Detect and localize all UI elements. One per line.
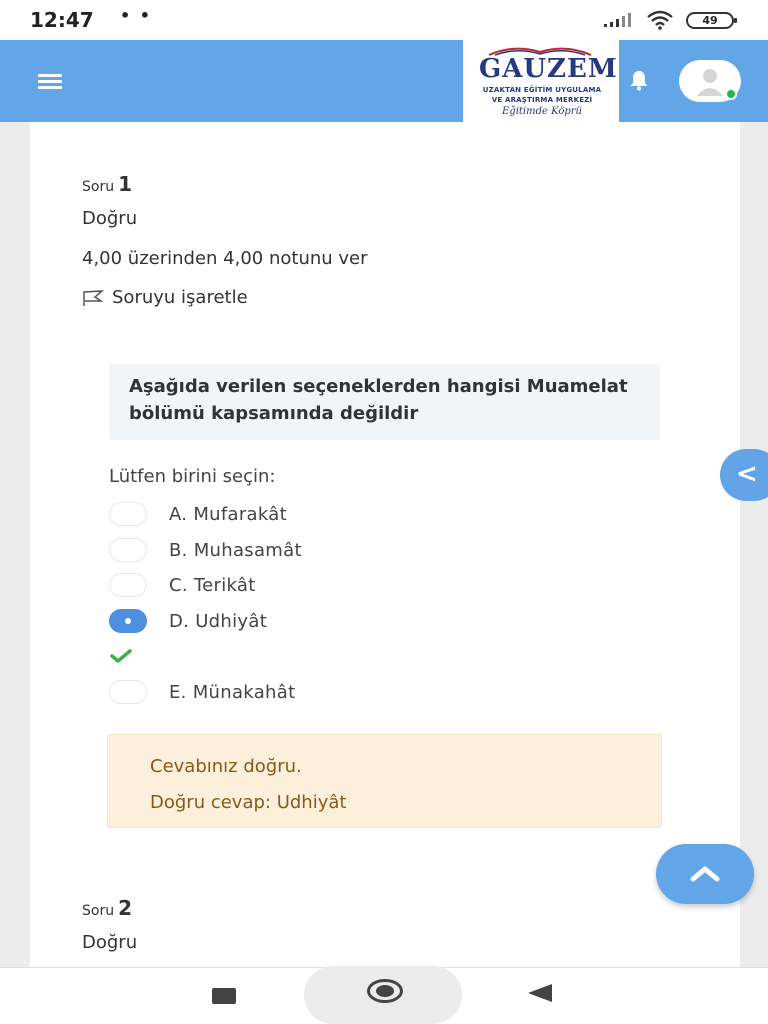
wifi-icon — [647, 10, 673, 30]
option-d-label: D. Udhiyât — [169, 610, 268, 632]
radio-option-e[interactable] — [109, 680, 147, 704]
status-bar: 12:47 • • 49 — [0, 0, 768, 40]
correct-check-icon — [110, 649, 132, 663]
signal-icon — [604, 13, 631, 27]
recent-apps-icon[interactable] — [212, 988, 236, 1004]
feedback-correct-answer: Doğru cevap: Udhiyât — [150, 792, 347, 813]
option-d[interactable]: D. Udhiyât — [109, 609, 267, 633]
question-number: 2 — [118, 896, 133, 920]
question-2-state: Doğru — [82, 932, 138, 953]
top-navbar: GAUZEM UZAKTAN EĞİTİM UYGULAMA VE ARAŞTI… — [0, 40, 768, 122]
drawer-toggle-button[interactable]: < — [720, 449, 768, 501]
chevron-left-icon: < — [736, 459, 758, 489]
scroll-to-top-button[interactable] — [656, 844, 754, 904]
radio-option-b[interactable] — [109, 538, 147, 562]
question-1-state: Doğru — [82, 208, 138, 229]
option-b-label: B. Muhasamât — [169, 539, 302, 561]
back-icon[interactable] — [528, 984, 552, 1002]
online-status-dot — [725, 88, 737, 100]
question-label: Soru — [82, 903, 115, 919]
radio-option-c[interactable] — [109, 573, 147, 597]
option-e[interactable]: E. Münakahât — [109, 680, 295, 704]
option-a[interactable]: A. Mufarakât — [109, 502, 287, 526]
option-a-label: A. Mufarakât — [169, 503, 287, 525]
logo-subtitle-line2: VE ARAŞTIRMA MERKEZİ — [491, 96, 593, 104]
question-1-grade: 4,00 üzerinden 4,00 notunu ver — [82, 248, 368, 269]
option-b[interactable]: B. Muhasamât — [109, 538, 302, 562]
question-label: Soru — [82, 179, 115, 195]
logo-subtitle-line1: UZAKTAN EĞİTİM UYGULAMA — [482, 86, 602, 94]
home-icon[interactable] — [367, 979, 403, 1003]
option-e-label: E. Münakahât — [169, 681, 296, 703]
option-c[interactable]: C. Terikât — [109, 573, 256, 597]
user-icon — [697, 69, 723, 96]
question-2-number: Soru 2 — [82, 896, 132, 920]
answer-feedback: Cevabınız doğru. Doğru cevap: Udhiyât — [107, 734, 662, 828]
question-number: 1 — [118, 172, 133, 196]
radio-option-d[interactable] — [109, 609, 147, 633]
notification-dots: • • — [120, 6, 153, 25]
flag-icon — [83, 289, 104, 306]
gauzem-logo[interactable]: GAUZEM UZAKTAN EĞİTİM UYGULAMA VE ARAŞTI… — [463, 40, 619, 122]
system-navigation-bar — [0, 966, 768, 1024]
flag-question-link[interactable]: Soruyu işaretle — [82, 287, 248, 308]
choose-one-prompt: Lütfen birini seçin: — [109, 466, 276, 487]
radio-option-a[interactable] — [109, 502, 147, 526]
hamburger-menu-icon[interactable] — [38, 66, 68, 96]
question-1-text: Aşağıda verilen seçeneklerden hangisi Mu… — [109, 364, 660, 440]
question-1-number: Soru 1 — [82, 172, 132, 196]
feedback-result: Cevabınız doğru. — [150, 756, 302, 777]
quiz-review-card: Soru 1 Doğru 4,00 üzerinden 4,00 notunu v… — [30, 122, 740, 967]
chevron-up-icon — [690, 866, 720, 882]
option-c-label: C. Terikât — [169, 574, 256, 596]
status-time: 12:47 — [30, 8, 94, 32]
flag-question-label: Soruyu işaretle — [112, 287, 248, 308]
logo-slogan: Eğitimde Köprü — [502, 106, 582, 117]
bell-icon[interactable] — [627, 68, 651, 92]
user-avatar[interactable] — [679, 60, 741, 102]
battery-icon: 49 — [686, 12, 737, 29]
logo-title: GAUZEM — [479, 54, 618, 84]
